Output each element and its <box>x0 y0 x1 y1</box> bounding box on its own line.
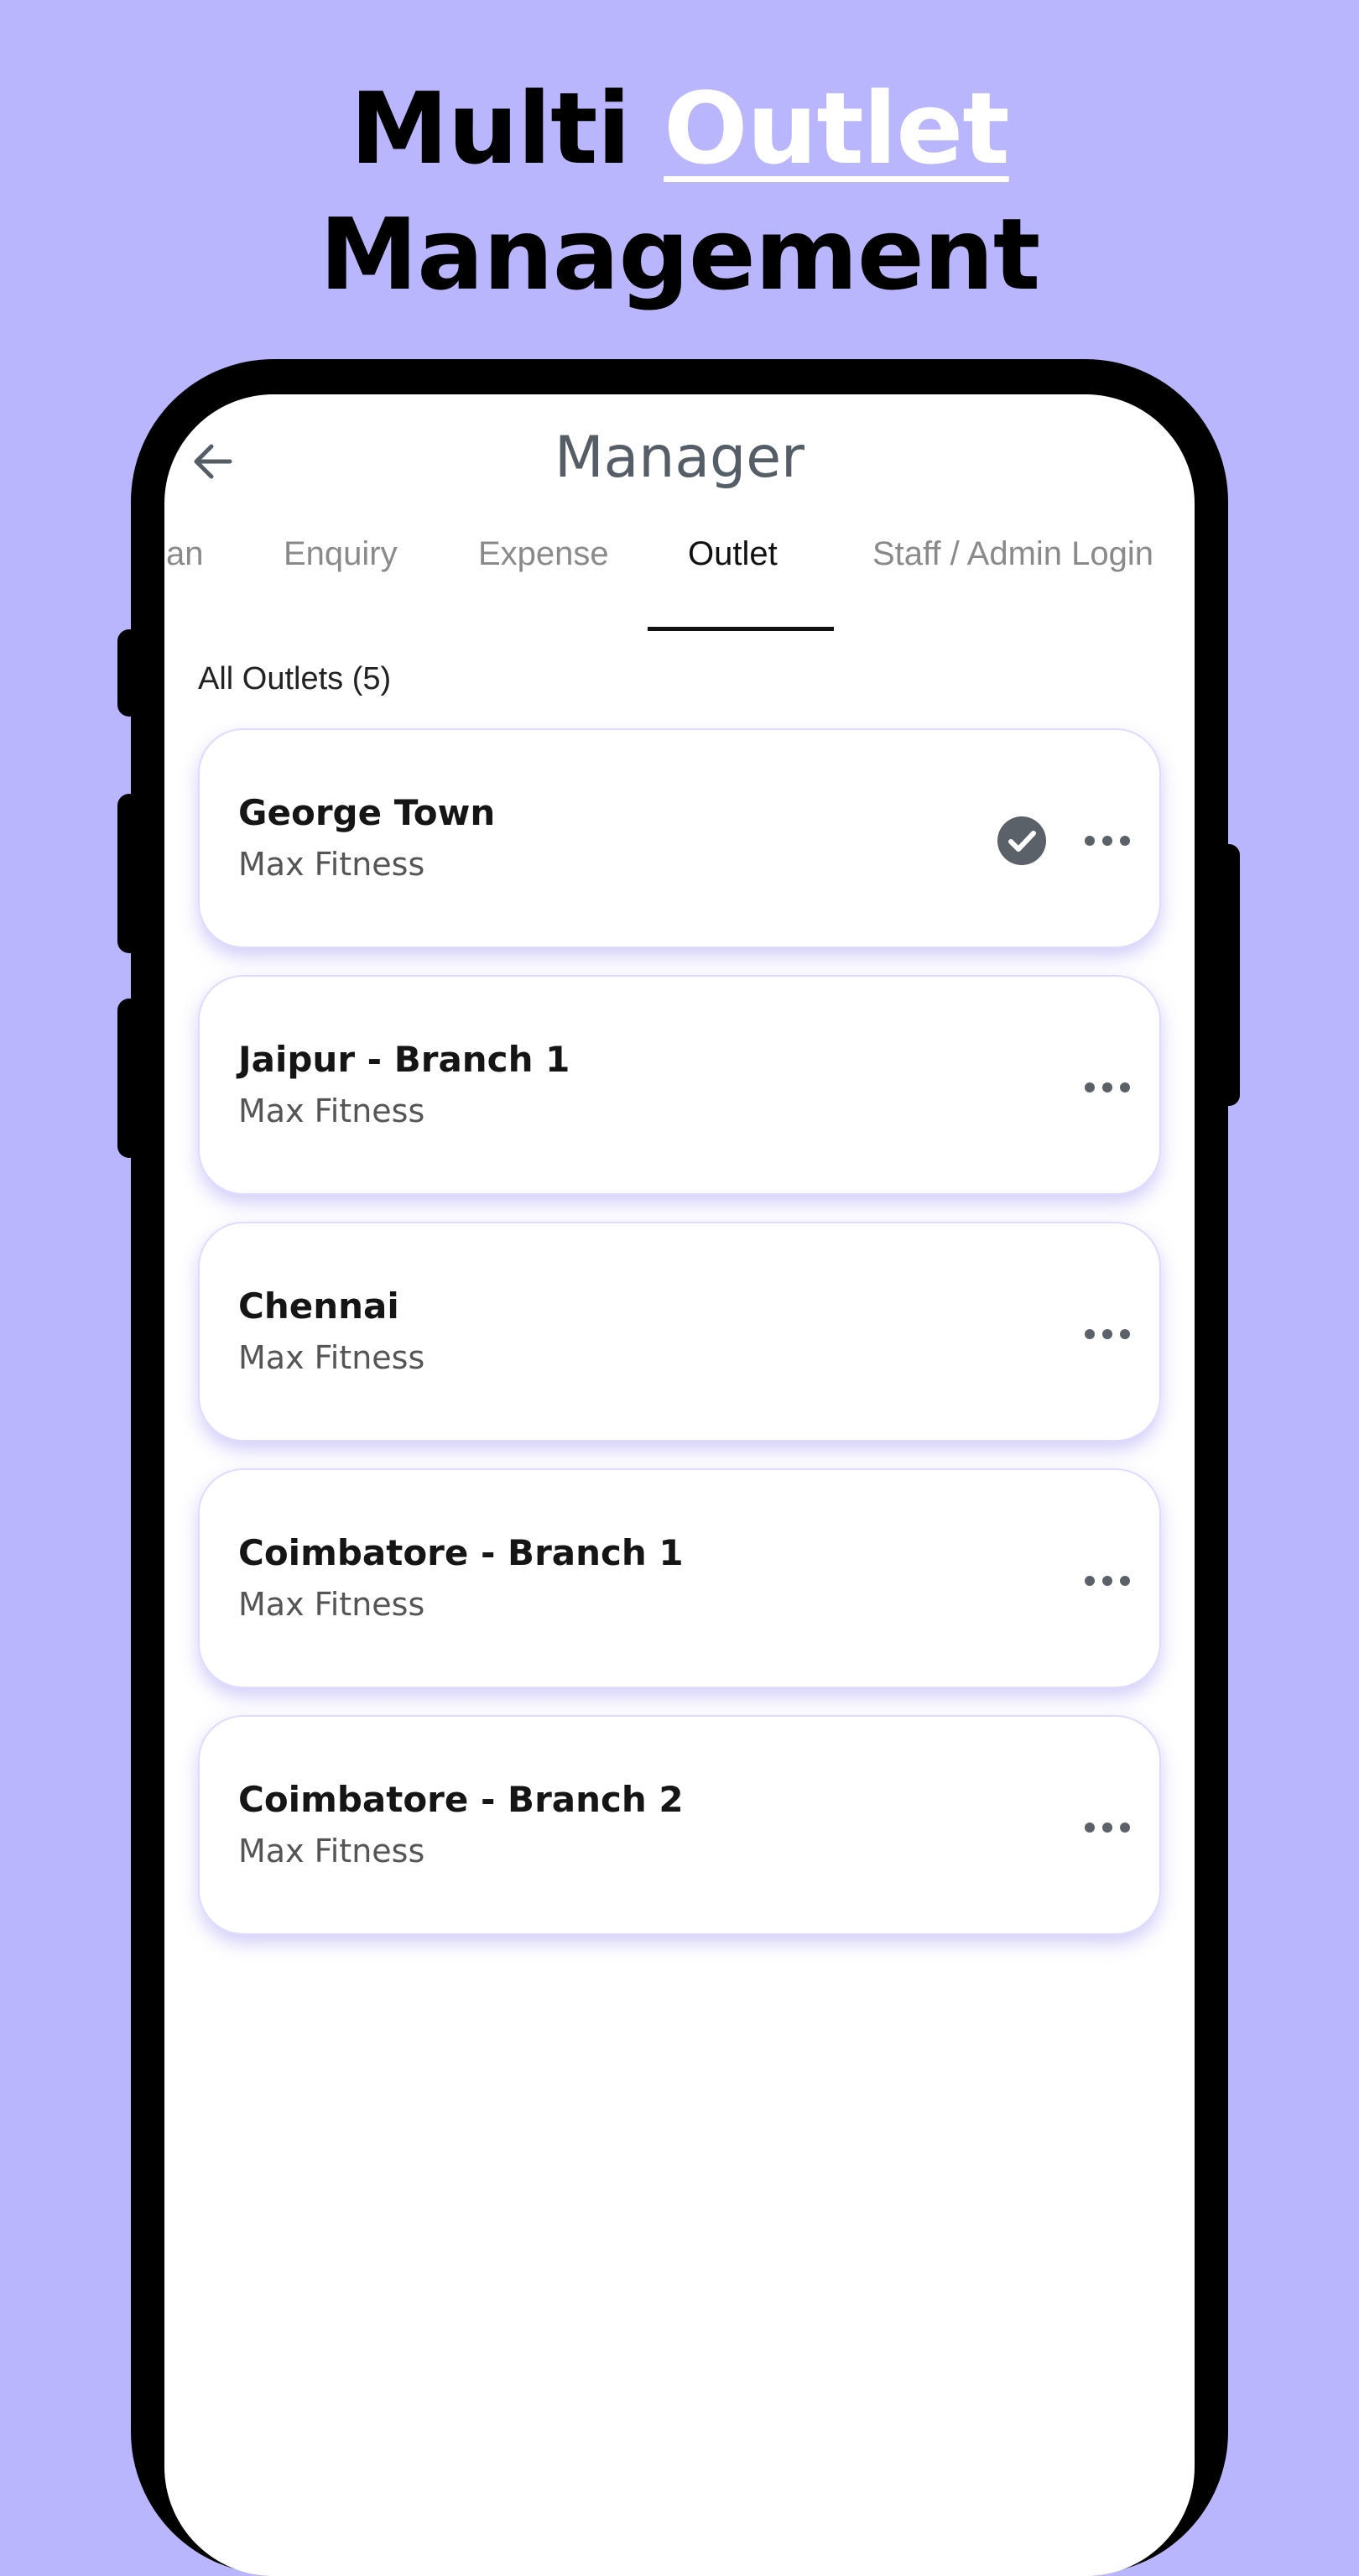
page-title: Manager <box>554 425 805 491</box>
outlet-name: Chennai <box>238 1285 399 1327</box>
headline-word: Multi <box>350 70 631 186</box>
more-horizontal-icon[interactable] <box>1084 1564 1131 1598</box>
tab-plan[interactable]: an <box>166 520 204 604</box>
outlet-card[interactable]: Jaipur - Branch 1 Max Fitness <box>198 975 1161 1195</box>
active-tab-indicator <box>648 627 834 631</box>
side-button-extra <box>117 999 141 1158</box>
more-horizontal-icon[interactable] <box>1084 824 1131 858</box>
volume-up-button <box>117 629 141 717</box>
power-button <box>1218 844 1240 1106</box>
tab-bar: an Enquiry Expense Outlet Staff / Admin … <box>164 520 1195 604</box>
outlet-list: George Town Max Fitness Jaipur - Branch … <box>198 728 1161 1962</box>
headline-line-2: Management <box>319 196 1041 312</box>
outlets-count-label: All Outlets (5) <box>198 661 392 696</box>
volume-down-button <box>117 794 141 953</box>
outlet-name: George Town <box>238 792 496 833</box>
outlet-card[interactable]: George Town Max Fitness <box>198 728 1161 948</box>
tab-expense[interactable]: Expense <box>478 520 609 604</box>
outlet-name: Coimbatore - Branch 2 <box>238 1779 684 1820</box>
check-circle-icon <box>997 816 1046 865</box>
more-horizontal-icon[interactable] <box>1084 1071 1131 1104</box>
outlet-name: Coimbatore - Branch 1 <box>238 1532 684 1573</box>
outlet-card[interactable]: Coimbatore - Branch 2 Max Fitness <box>198 1715 1161 1935</box>
promo-headline: Multi Outlet Management <box>0 65 1359 317</box>
headline-accent-word: Outlet <box>664 70 1010 186</box>
outlet-name: Jaipur - Branch 1 <box>238 1039 570 1080</box>
app-screen: Manager an Enquiry Expense Outlet Staff … <box>164 394 1195 2576</box>
outlet-brand: Max Fitness <box>238 1833 425 1869</box>
tab-staff-admin-login[interactable]: Staff / Admin Login <box>872 520 1153 604</box>
outlet-brand: Max Fitness <box>238 1339 425 1376</box>
outlet-card[interactable]: Coimbatore - Branch 1 Max Fitness <box>198 1468 1161 1688</box>
outlet-card[interactable]: Chennai Max Fitness <box>198 1222 1161 1442</box>
tab-outlet[interactable]: Outlet <box>688 520 778 604</box>
tab-enquiry[interactable]: Enquiry <box>284 520 398 604</box>
more-horizontal-icon[interactable] <box>1084 1811 1131 1844</box>
outlet-brand: Max Fitness <box>238 846 425 883</box>
outlet-brand: Max Fitness <box>238 1092 425 1129</box>
outlet-brand: Max Fitness <box>238 1586 425 1623</box>
headline-line-1: Multi Outlet <box>0 65 1359 191</box>
more-horizontal-icon[interactable] <box>1084 1317 1131 1351</box>
